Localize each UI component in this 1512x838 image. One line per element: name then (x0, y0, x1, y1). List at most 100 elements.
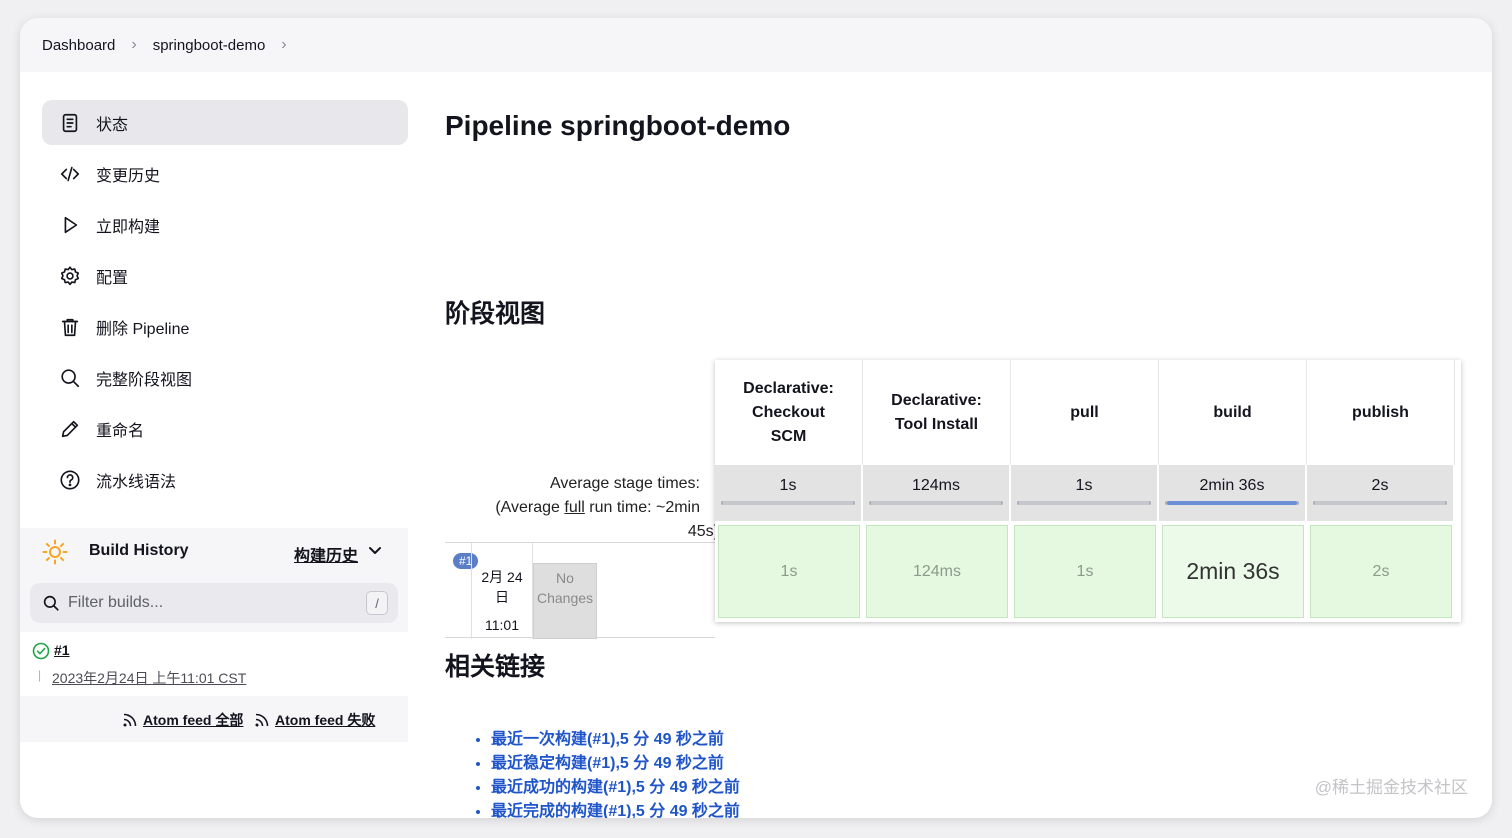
build-row: #1 | 2023年2月24日 上午11:01 CST (20, 632, 408, 696)
stage-header: Declarative: Tool Install (863, 360, 1011, 465)
related-link[interactable]: 最近稳定构建(#1),5 分 49 秒之前 (491, 752, 740, 776)
document-icon (58, 111, 82, 135)
stage-average-time: 2s (1307, 465, 1455, 521)
jenkins-window: Dashboard › springboot-demo › 状态 变更历史 立即… (20, 18, 1492, 818)
search-icon (58, 366, 82, 390)
stage-run-cell[interactable]: 2s (1310, 525, 1452, 618)
watermark: @稀土掘金技术社区 (1314, 778, 1468, 797)
related-links-list: 最近一次构建(#1),5 分 49 秒之前最近稳定构建(#1),5 分 49 秒… (475, 728, 740, 818)
page-title: Pipeline springboot-demo (445, 110, 791, 141)
sidebar-item-rename[interactable]: 重命名 (42, 406, 408, 451)
stage-average-label: 2min 36s (1199, 477, 1265, 494)
sidebar-item-label: 重命名 (96, 422, 145, 440)
stage-progress-track (869, 501, 1003, 505)
chevron-down-icon[interactable] (368, 544, 382, 558)
stage-run-cell[interactable]: 1s (1014, 525, 1156, 618)
related-links-title: 相关链接 (445, 653, 546, 681)
stage-progress-track (1017, 501, 1151, 505)
run-time: 11:01 (485, 617, 519, 633)
chevron-right-icon[interactable]: › (281, 36, 286, 54)
trash-icon (58, 315, 82, 339)
breadcrumb: Dashboard › springboot-demo › (20, 18, 1492, 72)
rss-icon (255, 713, 269, 727)
stage-average-label: 1s (1075, 477, 1093, 494)
sun-icon (42, 539, 68, 565)
stage-header: build (1159, 360, 1307, 465)
sidebar: 状态 变更历史 立即构建 配置 删除 Pipeline 完整阶段视图 重命名 流… (20, 72, 410, 818)
build-history-title: Build History (89, 542, 189, 559)
help-icon (58, 468, 82, 492)
related-link[interactable]: 最近一次构建(#1),5 分 49 秒之前 (491, 728, 740, 752)
chevron-right-icon: › (131, 36, 137, 53)
breadcrumb-dashboard[interactable]: Dashboard (42, 37, 115, 54)
stage-average-time: 2min 36s (1159, 465, 1307, 521)
stage-run-cell[interactable]: 2min 36s (1162, 525, 1304, 618)
sidebar-item-label: 流水线语法 (96, 473, 177, 491)
run-changes: No Changes (533, 563, 597, 639)
stage-average-time: 1s (715, 465, 863, 521)
average-run-time-tail: 45s) (687, 523, 719, 540)
atom-feed-all-label: Atom feed 全部 (143, 712, 244, 728)
related-link[interactable]: 最近成功的构建(#1),5 分 49 秒之前 (491, 776, 740, 800)
pencil-icon (58, 417, 82, 441)
stage-progress-fill (1167, 501, 1297, 505)
build-divider: | (38, 668, 42, 682)
build-history-link[interactable]: 构建历史 (294, 542, 358, 566)
code-icon (58, 162, 82, 186)
sidebar-item-full-stage-view[interactable]: 完整阶段视图 (42, 355, 408, 400)
sidebar-item-label: 变更历史 (96, 167, 161, 185)
stage-run-cell[interactable]: 1s (718, 525, 860, 618)
sidebar-item-changes[interactable]: 变更历史 (42, 151, 408, 196)
stage-progress-track (1313, 501, 1447, 505)
filter-builds-input[interactable] (68, 591, 358, 615)
stage-average-time: 1s (1011, 465, 1159, 521)
filter-builds-field: / (30, 583, 398, 623)
sidebar-item-label: 状态 (96, 116, 129, 134)
build-history-panel: Build History 构建历史 / #1 | 2023年2月24日 上午1… (20, 528, 408, 742)
stage-average-label: 1s (779, 477, 797, 494)
sidebar-item-configure[interactable]: 配置 (42, 253, 408, 298)
stage-run-cell[interactable]: 124ms (866, 525, 1008, 618)
sidebar-item-delete-pipeline[interactable]: 删除 Pipeline (42, 304, 408, 349)
atom-feed-all-link[interactable]: Atom feed 全部 (122, 710, 243, 730)
avg-run-prefix: (Average (495, 499, 565, 516)
build-number-link[interactable]: #1 (54, 642, 70, 658)
build-history-header: Build History 构建历史 (20, 528, 408, 574)
play-icon (58, 213, 82, 237)
success-check-icon (32, 642, 50, 660)
sidebar-item-label: 立即构建 (96, 218, 161, 236)
sidebar-item-label: 完整阶段视图 (96, 371, 193, 389)
run-date-line1: 2月 24 (481, 569, 523, 585)
sidebar-item-label: 删除 Pipeline (96, 320, 190, 338)
stage-average-time: 124ms (863, 465, 1011, 521)
run-date-line2: 日 (495, 589, 509, 605)
stage-header: publish (1307, 360, 1455, 465)
related-link[interactable]: 最近完成的构建(#1),5 分 49 秒之前 (491, 800, 740, 818)
search-icon (43, 595, 59, 611)
stage-progress-track (721, 501, 855, 505)
sidebar-item-status[interactable]: 状态 (42, 100, 408, 145)
atom-feed-failed-label: Atom feed 失败 (275, 712, 376, 728)
stage-average-label: 124ms (911, 477, 961, 494)
avg-run-full-link[interactable]: full (564, 499, 584, 516)
stage-view-title: 阶段视图 (445, 300, 546, 328)
run-row-1: #1 2月 24 日 11:01 No Changes (445, 542, 715, 639)
average-run-time-label: (Average full run time: ~2min (445, 496, 700, 520)
shortcut-key-hint: / (366, 591, 388, 615)
sidebar-item-label: 配置 (96, 269, 129, 287)
stage-header: pull (1011, 360, 1159, 465)
rss-icon (123, 713, 137, 727)
stage-average-label: 2s (1371, 477, 1389, 494)
atom-feeds: Atom feed 全部 Atom feed 失败 (20, 704, 408, 734)
stage-header: Declarative: Checkout SCM (715, 360, 863, 465)
gear-icon (58, 264, 82, 288)
build-date-link[interactable]: 2023年2月24日 上午11:01 CST (52, 668, 246, 688)
breadcrumb-springboot-demo[interactable]: springboot-demo (153, 37, 266, 54)
avg-run-suffix: run time: ~2min (584, 499, 700, 516)
atom-feed-failed-link[interactable]: Atom feed 失败 (254, 710, 375, 730)
run-date: 2月 24 日 11:01 (471, 543, 533, 639)
sidebar-item-pipeline-syntax[interactable]: 流水线语法 (42, 457, 408, 502)
sidebar-item-build-now[interactable]: 立即构建 (42, 202, 408, 247)
stage-progress-track (1165, 501, 1299, 505)
main-content: Pipeline springboot-demo 阶段视图 Average st… (445, 72, 1492, 818)
